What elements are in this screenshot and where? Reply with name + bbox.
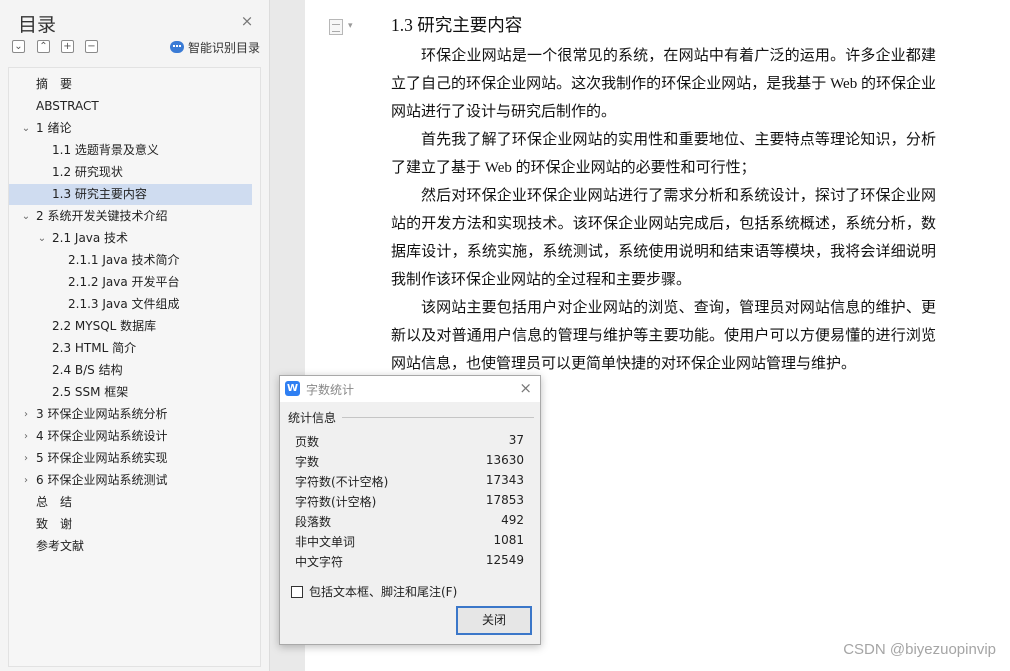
toc-item-label: 2.3 HTML 简介: [52, 341, 137, 355]
stat-value: 13630: [485, 453, 524, 467]
toc-item-label: 总 结: [36, 495, 73, 509]
toc-item-2-3[interactable]: 2.3 HTML 简介: [9, 338, 252, 359]
divider: [342, 417, 534, 418]
paragraph: 首先我了解了环保企业网站的实用性和重要地位、主要特点等理论知识，分析了建立了基于…: [391, 132, 936, 176]
toc-item-ch6[interactable]: › 6 环保企业网站系统测试: [9, 470, 252, 491]
toc-item-label: 1 绪论: [36, 121, 72, 135]
toc-item-1-1[interactable]: 1.1 选题背景及意义: [9, 140, 252, 161]
stat-value: 17853: [485, 493, 524, 507]
toc-item-2-1-1[interactable]: 2.1.1 Java 技术简介: [9, 250, 252, 271]
toc-item-1-2[interactable]: 1.2 研究现状: [9, 162, 252, 183]
toc-item-2-4[interactable]: 2.4 B/S 结构: [9, 360, 252, 381]
stat-value: 12549: [485, 553, 524, 567]
dialog-close-icon[interactable]: ×: [519, 379, 532, 397]
wps-app-icon: W: [285, 381, 300, 396]
toc-item-2-1-2[interactable]: 2.1.2 Java 开发平台: [9, 272, 252, 293]
checkbox-icon[interactable]: [291, 586, 303, 598]
chevron-right-icon[interactable]: ›: [20, 404, 32, 425]
section-heading: 1.3 研究主要内容: [391, 15, 523, 35]
toc-item-label: 参考文献: [36, 539, 85, 553]
remove-heading-icon[interactable]: −: [85, 40, 98, 53]
toc-item-label: 2.1.1 Java 技术简介: [68, 253, 180, 267]
stat-label: 中文字符: [295, 555, 344, 569]
toc-item-label: 1.1 选题背景及意义: [52, 143, 159, 157]
watermark: CSDN @biyezuopinvip: [843, 641, 996, 658]
toc-item-2-5[interactable]: 2.5 SSM 框架: [9, 382, 252, 403]
toc-title: 目录: [18, 14, 57, 36]
toc-item-label: 5 环保企业网站系统实现: [36, 451, 168, 465]
toc-item-label: 致 谢: [36, 517, 73, 531]
toc-toolbar: ⌄ ⌃ + − 智能识别目录: [12, 40, 262, 56]
stat-label: 段落数: [295, 515, 332, 529]
caret-down-icon[interactable]: ▾: [348, 20, 353, 31]
smart-toc-label: 智能识别目录: [187, 41, 260, 55]
close-button[interactable]: 关闭: [456, 606, 532, 635]
stat-label: 字数: [295, 455, 320, 469]
toc-item-label: 2 系统开发关键技术介绍: [36, 209, 168, 223]
stat-label: 非中文单词: [295, 535, 356, 549]
stats-section-label: 统计信息: [288, 411, 337, 425]
stat-label: 页数: [295, 435, 320, 449]
toc-item-label: 2.4 B/S 结构: [52, 363, 123, 377]
toc-item-abstract-en[interactable]: ABSTRACT: [9, 96, 252, 117]
chevron-down-icon[interactable]: ⌄: [20, 206, 32, 227]
stat-label: 字符数(不计空格): [295, 475, 389, 489]
toc-item-references[interactable]: 参考文献: [9, 536, 252, 557]
collapse-all-icon[interactable]: ⌃: [37, 40, 50, 53]
toc-item-label: 1.2 研究现状: [52, 165, 123, 179]
toc-item-label: 6 环保企业网站系统测试: [36, 473, 168, 487]
paragraph: 该网站主要包括用户对企业网站的浏览、查询，管理员对网站信息的维护、更新以及对普通…: [391, 300, 936, 372]
paragraph: 环保企业网站是一个很常见的系统，在网站中有着广泛的运用。许多企业都建立了自己的环…: [391, 48, 936, 120]
dialog-titlebar[interactable]: W 字数统计 ×: [280, 376, 540, 402]
toc-item-label: 2.1.3 Java 文件组成: [68, 297, 180, 311]
chevron-down-icon[interactable]: ⌄: [36, 228, 48, 249]
stat-value: 492: [501, 513, 524, 527]
toc-item-label: 2.2 MYSQL 数据库: [52, 319, 157, 333]
stat-value: 37: [508, 433, 524, 447]
toc-item-label: 2.5 SSM 框架: [52, 385, 129, 399]
toc-item-2-1[interactable]: ⌄ 2.1 Java 技术: [9, 228, 252, 249]
toc-item-label: ABSTRACT: [36, 99, 99, 113]
toc-item-ch5[interactable]: › 5 环保企业网站系统实现: [9, 448, 252, 469]
toc-item-summary[interactable]: 总 结: [9, 492, 252, 513]
ai-robot-icon: [169, 41, 184, 53]
chevron-right-icon[interactable]: ›: [20, 426, 32, 447]
toc-item-label: 2.1 Java 技术: [52, 231, 129, 245]
page-nav-icon[interactable]: [329, 19, 343, 35]
toc-item-ch1[interactable]: ⌄ 1 绪论: [9, 118, 252, 139]
toc-item-ch2[interactable]: ⌄ 2 系统开发关键技术介绍: [9, 206, 252, 227]
toc-item-ch4[interactable]: › 4 环保企业网站系统设计: [9, 426, 252, 447]
toc-item-thanks[interactable]: 致 谢: [9, 514, 252, 535]
toc-item-2-1-3[interactable]: 2.1.3 Java 文件组成: [9, 294, 252, 315]
toc-item-label: 1.3 研究主要内容: [52, 187, 147, 201]
toc-item-label: 摘 要: [36, 77, 73, 91]
word-count-dialog: W 字数统计 × 统计信息 页数 37 字数 13630 字符数(不计空格) 1…: [279, 375, 541, 645]
expand-all-icon[interactable]: ⌄: [12, 40, 25, 53]
toc-item-abstract-cn[interactable]: 摘 要: [9, 74, 252, 95]
toc-panel: 目录 × ⌄ ⌃ + − 智能识别目录 摘 要 ABSTRACT ⌄ 1 绪论 1…: [0, 0, 270, 671]
paragraph: 然后对环保企业环保企业网站进行了需求分析和系统设计，探讨了环保企业网站的开发方法…: [391, 188, 936, 288]
chevron-right-icon[interactable]: ›: [20, 448, 32, 469]
toc-item-1-3[interactable]: 1.3 研究主要内容: [9, 184, 252, 205]
toc-item-ch3[interactable]: › 3 环保企业网站系统分析: [9, 404, 252, 425]
chevron-right-icon[interactable]: ›: [20, 470, 32, 491]
stat-value: 17343: [485, 473, 524, 487]
toc-item-label: 4 环保企业网站系统设计: [36, 429, 168, 443]
toc-item-2-2[interactable]: 2.2 MYSQL 数据库: [9, 316, 252, 337]
stat-value: 1081: [493, 533, 524, 547]
include-textbox-checkbox[interactable]: 包括文本框、脚注和尾注(F): [291, 583, 457, 600]
toc-item-label: 2.1.2 Java 开发平台: [68, 275, 180, 289]
smart-toc-button[interactable]: 智能识别目录: [169, 39, 260, 56]
toc-item-label: 3 环保企业网站系统分析: [36, 407, 168, 421]
toc-list: 摘 要 ABSTRACT ⌄ 1 绪论 1.1 选题背景及意义 1.2 研究现状 …: [8, 67, 261, 667]
toc-close-icon[interactable]: ×: [238, 12, 256, 30]
checkbox-label: 包括文本框、脚注和尾注(F): [309, 585, 458, 599]
add-heading-icon[interactable]: +: [61, 40, 74, 53]
stat-label: 字符数(计空格): [295, 495, 377, 509]
dialog-title: 字数统计: [306, 383, 355, 397]
chevron-down-icon[interactable]: ⌄: [20, 118, 32, 139]
